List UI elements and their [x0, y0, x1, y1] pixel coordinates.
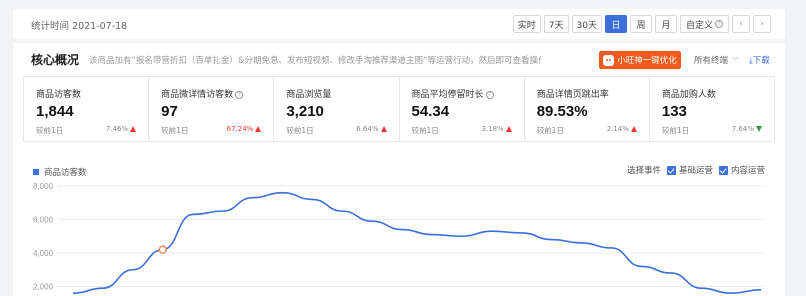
- metric-name: 商品浏览量: [286, 90, 332, 100]
- metric-value: 1,844: [36, 103, 74, 120]
- range-custom-label: 自定义: [685, 20, 713, 31]
- robot-icon: [603, 54, 615, 66]
- metric-compare: 较前1日: [536, 126, 564, 135]
- download-link[interactable]: ⤓下载: [749, 54, 770, 66]
- card-header: 核心概况 该商品加有“报名带营折扣（百单扎金）&分期免息、发布短视频、修改手淘推…: [13, 43, 785, 73]
- arrow-up-icon: [255, 126, 262, 132]
- metric-value: 133: [661, 103, 687, 120]
- metric-delta: 67.24%: [227, 125, 262, 133]
- range-custom-button[interactable]: 自定义?: [679, 15, 729, 33]
- chart-legend: 商品访客数: [33, 166, 87, 178]
- metric-compare: 较前1日: [411, 126, 439, 135]
- help-icon: ?: [485, 91, 494, 99]
- promo-optimize-button[interactable]: 小旺神一键优化: [599, 51, 681, 69]
- arrow-up-icon: [630, 126, 637, 132]
- terminal-select[interactable]: 所有终端 ﹀: [694, 54, 739, 66]
- metric-name: 商品加购人数: [661, 90, 716, 100]
- content-ops-label: 内容运营: [730, 166, 765, 176]
- metric-compare: 较前1日: [286, 126, 314, 135]
- y-tick-label: 2,000: [33, 283, 54, 292]
- metric-delta-value: 7.64%: [731, 125, 755, 133]
- series-line: [72, 191, 762, 295]
- chevron-left-icon[interactable]: ‹: [732, 15, 750, 33]
- select-events-label: 选择事件: [626, 166, 661, 176]
- legend-swatch: [33, 169, 39, 175]
- metric-card[interactable]: 商品浏览量 3,210 较前1日 6.64%: [274, 77, 400, 141]
- range-day-button[interactable]: 日: [604, 15, 627, 33]
- chevron-right-icon[interactable]: ›: [753, 15, 771, 33]
- terminal-label: 所有终端: [694, 56, 729, 66]
- metric-delta: 2.14%: [607, 125, 637, 133]
- metric-compare: 较前1日: [661, 126, 690, 135]
- metric-delta-value: 6.64%: [356, 125, 379, 133]
- range-7d-button[interactable]: 7天: [543, 15, 569, 33]
- core-overview-card: 核心概况 该商品加有“报名带营折扣（百单扎金）&分期免息、发布短视频、修改手淘推…: [13, 43, 785, 296]
- data-point[interactable]: [158, 245, 167, 254]
- arrow-down-icon: [756, 126, 763, 132]
- metric-card[interactable]: 商品加购人数 133 较前1日 7.64%: [650, 77, 774, 141]
- metric-name: 商品详情页跳出率: [536, 90, 609, 100]
- basic-ops-checkbox[interactable]: 基础运营: [666, 164, 713, 176]
- metric-delta-value: 3.18%: [481, 125, 504, 133]
- promo-label: 小旺神一键优化: [617, 56, 677, 66]
- help-icon: ?: [715, 20, 723, 28]
- metric-card[interactable]: 商品微详情访客数? 97 较前1日 67.24%: [149, 77, 275, 141]
- metric-delta-value: 7.46%: [105, 125, 129, 133]
- metric-cards: 商品访客数 1,844 较前1日 7.46% 商品微详情访客数? 97 较前1日…: [23, 76, 775, 142]
- chevron-down-icon: ﹀: [732, 57, 740, 65]
- checkbox-icon: [718, 165, 728, 175]
- range-realtime-button[interactable]: 实时: [512, 15, 541, 33]
- stat-time: 统计时间 2021-07-18: [31, 21, 128, 32]
- card-title: 核心概况: [31, 53, 80, 67]
- metric-value: 54.34: [411, 103, 450, 120]
- metric-name: 商品平均停留时长: [411, 90, 484, 100]
- metric-delta: 3.18%: [481, 125, 512, 133]
- y-tick-label: 4,000: [33, 249, 54, 258]
- checkbox-icon: [666, 165, 676, 175]
- metric-card[interactable]: 商品访客数 1,844 较前1日 7.46%: [24, 77, 150, 141]
- metric-value: 97: [161, 103, 178, 120]
- chart-options: 选择事件 基础运营 内容运营: [627, 164, 765, 176]
- metric-delta-value: 2.14%: [606, 125, 629, 133]
- y-tick-label: 6,000: [33, 216, 54, 225]
- range-month-button[interactable]: 月: [654, 15, 677, 33]
- y-tick-label: 8,000: [33, 182, 54, 191]
- metric-value: 3,210: [286, 103, 324, 120]
- download-label: 下载: [752, 56, 770, 66]
- metric-value: 89.53%: [536, 103, 588, 120]
- arrow-up-icon: [380, 126, 387, 132]
- range-30d-button[interactable]: 30天: [571, 15, 602, 33]
- metric-delta-value: 67.24%: [226, 125, 254, 133]
- visitor-line-chart: 8,000 6,000 4,000 2,000: [33, 182, 765, 295]
- arrow-up-icon: [130, 126, 137, 132]
- date-toolbar: 统计时间 2021-07-18 实时 7天 30天 日 周 月 自定义? ‹ ›: [13, 9, 785, 39]
- card-description: 该商品加有“报名带营折扣（百单扎金）&分期免息、发布短视频、修改手淘推荐渠道主图…: [89, 56, 541, 66]
- arrow-up-icon: [505, 126, 512, 132]
- metric-compare: 较前1日: [161, 126, 189, 135]
- metric-delta: 7.64%: [731, 125, 763, 133]
- metric-delta: 6.64%: [356, 125, 387, 133]
- legend-label: 商品访客数: [44, 168, 87, 178]
- range-week-button[interactable]: 周: [629, 15, 652, 33]
- metric-card[interactable]: 商品平均停留时长? 54.34 较前1日 3.18%: [400, 77, 525, 141]
- metric-card[interactable]: 商品详情页跳出率 89.53% 较前1日 2.14%: [525, 77, 650, 141]
- range-selector: 实时 7天 30天 日 周 月 自定义? ‹ ›: [512, 15, 771, 33]
- metric-name: 商品访客数: [36, 90, 82, 100]
- basic-ops-label: 基础运营: [678, 166, 713, 176]
- metric-compare: 较前1日: [36, 126, 64, 135]
- help-icon: ?: [235, 91, 244, 99]
- metric-delta: 7.46%: [105, 125, 137, 133]
- metric-name: 商品微详情访客数: [161, 90, 234, 100]
- content-ops-checkbox[interactable]: 内容运营: [718, 164, 765, 176]
